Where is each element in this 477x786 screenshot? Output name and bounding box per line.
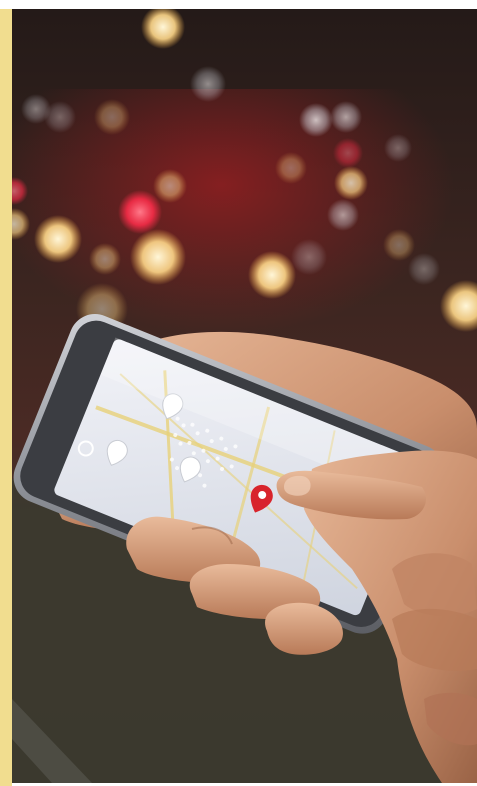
accent-bar: [0, 9, 12, 786]
photo-illustration: [12, 9, 477, 783]
hero-photo: [12, 9, 477, 783]
